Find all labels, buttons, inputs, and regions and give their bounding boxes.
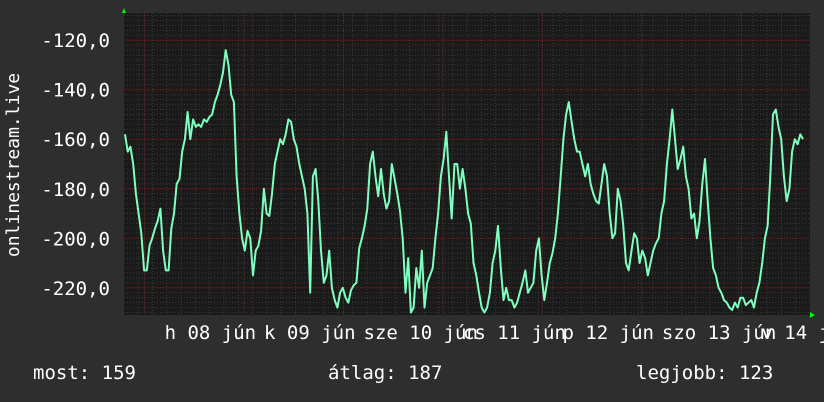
x-tick-label: v 14 jún <box>761 322 824 344</box>
y-axis-ticks: -120,0 -140,0 -160,0 -180,0 -200,0 -220,0 <box>41 30 110 300</box>
chart: -120,0 -140,0 -160,0 -180,0 -200,0 -220,0 h 0… <box>3 8 824 344</box>
y-tick-label: -200,0 <box>41 228 110 250</box>
stat-average: átlag: 187 <box>328 362 443 384</box>
y-tick-label: -220,0 <box>41 278 110 300</box>
y-tick-label: -160,0 <box>41 129 110 151</box>
x-tick-label: p 12 jún <box>562 322 654 344</box>
y-tick-label: -180,0 <box>41 179 110 201</box>
y-tick-label: -140,0 <box>41 80 110 102</box>
x-tick-label: szo 13 jún <box>662 322 776 344</box>
y-axis-arrow-icon <box>122 8 126 13</box>
x-tick-label: cs 11 jún <box>463 322 566 344</box>
y-tick-label: -120,0 <box>41 30 110 52</box>
x-axis-arrow-icon <box>810 312 815 318</box>
stat-current: most: 159 <box>33 362 136 384</box>
x-axis-ticks: h 08 jún k 09 jún sze 10 júncs 11 júnp 12 … <box>165 322 824 344</box>
x-tick-label: h 08 jún <box>165 322 257 344</box>
y-axis-label: onlinestream.live <box>3 73 24 257</box>
stat-best: legjobb: 123 <box>636 362 774 384</box>
x-tick-label: sze 10 jún <box>364 322 478 344</box>
x-tick-label: k 09 jún <box>264 322 356 344</box>
